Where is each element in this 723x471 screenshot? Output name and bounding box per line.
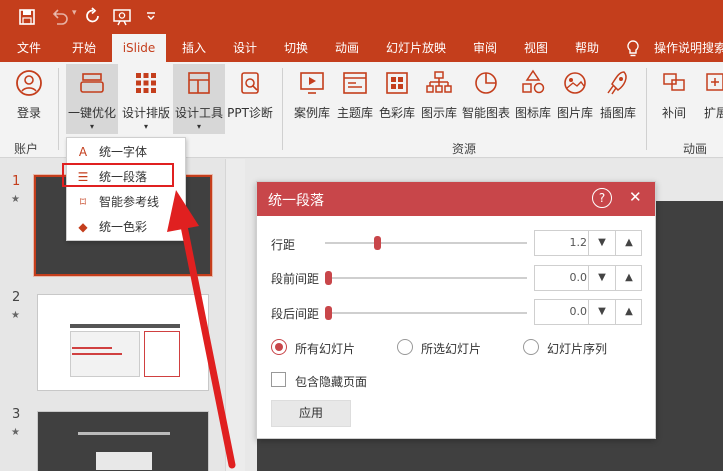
dialog-title: 统一段落 (268, 193, 324, 209)
space-after-label: 段后间距 (271, 307, 320, 321)
space-after-stepper[interactable]: 0.0 ▼ ▲ (534, 299, 642, 325)
radio-all-slides-label: 所有幻灯片 (295, 342, 356, 356)
space-before-slider[interactable] (325, 271, 527, 285)
radio-selected-slides[interactable] (397, 339, 413, 355)
space-before-label: 段前间距 (271, 272, 320, 286)
space-before-value[interactable]: 0.0 (535, 266, 588, 290)
space-before-slider-thumb[interactable] (325, 271, 332, 285)
apply-button[interactable]: 应用 (271, 400, 351, 427)
increment-chevron-icon[interactable]: ▲ (615, 231, 642, 255)
radio-selected-slides-label: 所选幻灯片 (421, 342, 482, 356)
space-after-slider[interactable] (325, 306, 527, 320)
include-hidden-checkbox[interactable] (271, 372, 286, 387)
line-spacing-stepper[interactable]: 1.2 ▼ ▲ (534, 230, 642, 256)
include-hidden-label: 包含隐藏页面 (295, 375, 368, 389)
space-after-slider-thumb[interactable] (325, 306, 332, 320)
decrement-chevron-icon[interactable]: ▼ (588, 300, 615, 324)
help-icon[interactable]: ? (592, 188, 612, 208)
decrement-chevron-icon[interactable]: ▼ (588, 231, 615, 255)
increment-chevron-icon[interactable]: ▲ (615, 300, 642, 324)
dialog-header: 统一段落 ? ✕ (257, 182, 655, 216)
increment-chevron-icon[interactable]: ▲ (615, 266, 642, 290)
decrement-chevron-icon[interactable]: ▼ (588, 266, 615, 290)
line-spacing-value[interactable]: 1.2 (535, 231, 588, 255)
line-spacing-slider-thumb[interactable] (374, 236, 381, 250)
radio-slide-sequence-label: 幻灯片序列 (547, 342, 608, 356)
space-before-stepper[interactable]: 0.0 ▼ ▲ (534, 265, 642, 291)
radio-slide-sequence[interactable] (523, 339, 539, 355)
radio-all-slides[interactable] (271, 339, 287, 355)
close-icon[interactable]: ✕ (629, 188, 642, 206)
unify-paragraph-dialog: 统一段落 ? ✕ 行距 1.2 ▼ ▲ 段前间距 0.0 ▼ ▲ 段后间距 0.… (256, 181, 656, 439)
line-spacing-slider[interactable] (325, 236, 527, 250)
line-spacing-label: 行距 (271, 238, 296, 252)
space-after-value[interactable]: 0.0 (535, 300, 588, 324)
